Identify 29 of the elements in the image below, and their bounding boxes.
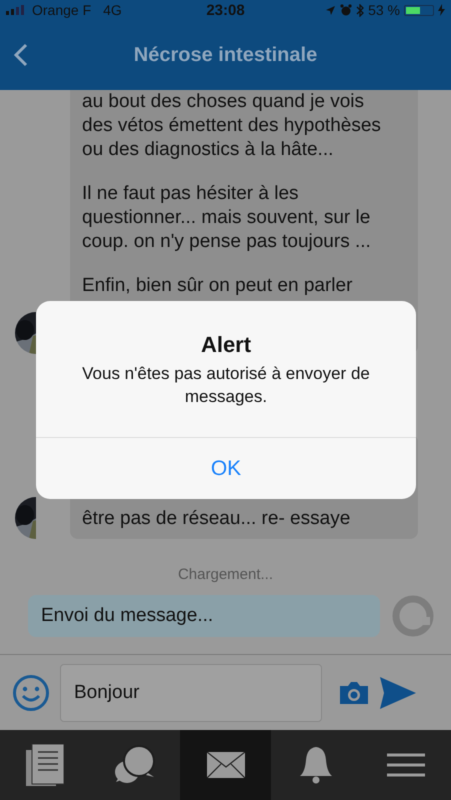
loading-text: Chargement... [176,566,274,583]
alert-title: Alert [200,332,252,358]
alarm-icon [340,4,352,16]
battery-percent: 53 % [368,2,400,18]
tab-button[interactable] [180,730,271,800]
message-text: Enfin, bien sûr on peut en parler [82,274,354,298]
clock: 23:08 [206,2,245,18]
message-text: Envoi du message... [41,605,214,627]
envelope-icon [206,752,244,778]
message-text: Il ne faut pas hésiter à les questionner... mais souvent, sur le coup. on n'y pense pas toujours ... [82,182,372,254]
network-type: 4G [103,2,122,18]
charging-icon [438,4,445,16]
bluetooth-icon [356,4,364,16]
emoji-button[interactable] [12,674,50,712]
avatar-icon [392,595,434,637]
screen-title: Nécrose intestinale [134,44,318,66]
location-icon [325,4,336,16]
message-input[interactable]: Bonjour [60,664,322,722]
document-icon [26,744,64,786]
message-text: être pas de réseau... re- essaye [82,507,352,531]
message-text: au bout des choses quand je vois des vétos émettent des hypothèses ou des diagnostics à la hâte... [82,90,382,162]
send-button[interactable] [380,676,416,708]
menu-icon [386,753,425,777]
chat-icon [114,745,156,785]
alert-message: Vous n'êtes pas autorisé à envoyer de messages. [81,363,371,408]
battery-icon [404,4,434,16]
carrier-name: Orange F [32,2,92,18]
camera-button[interactable] [338,680,370,704]
bell-icon [298,746,333,784]
